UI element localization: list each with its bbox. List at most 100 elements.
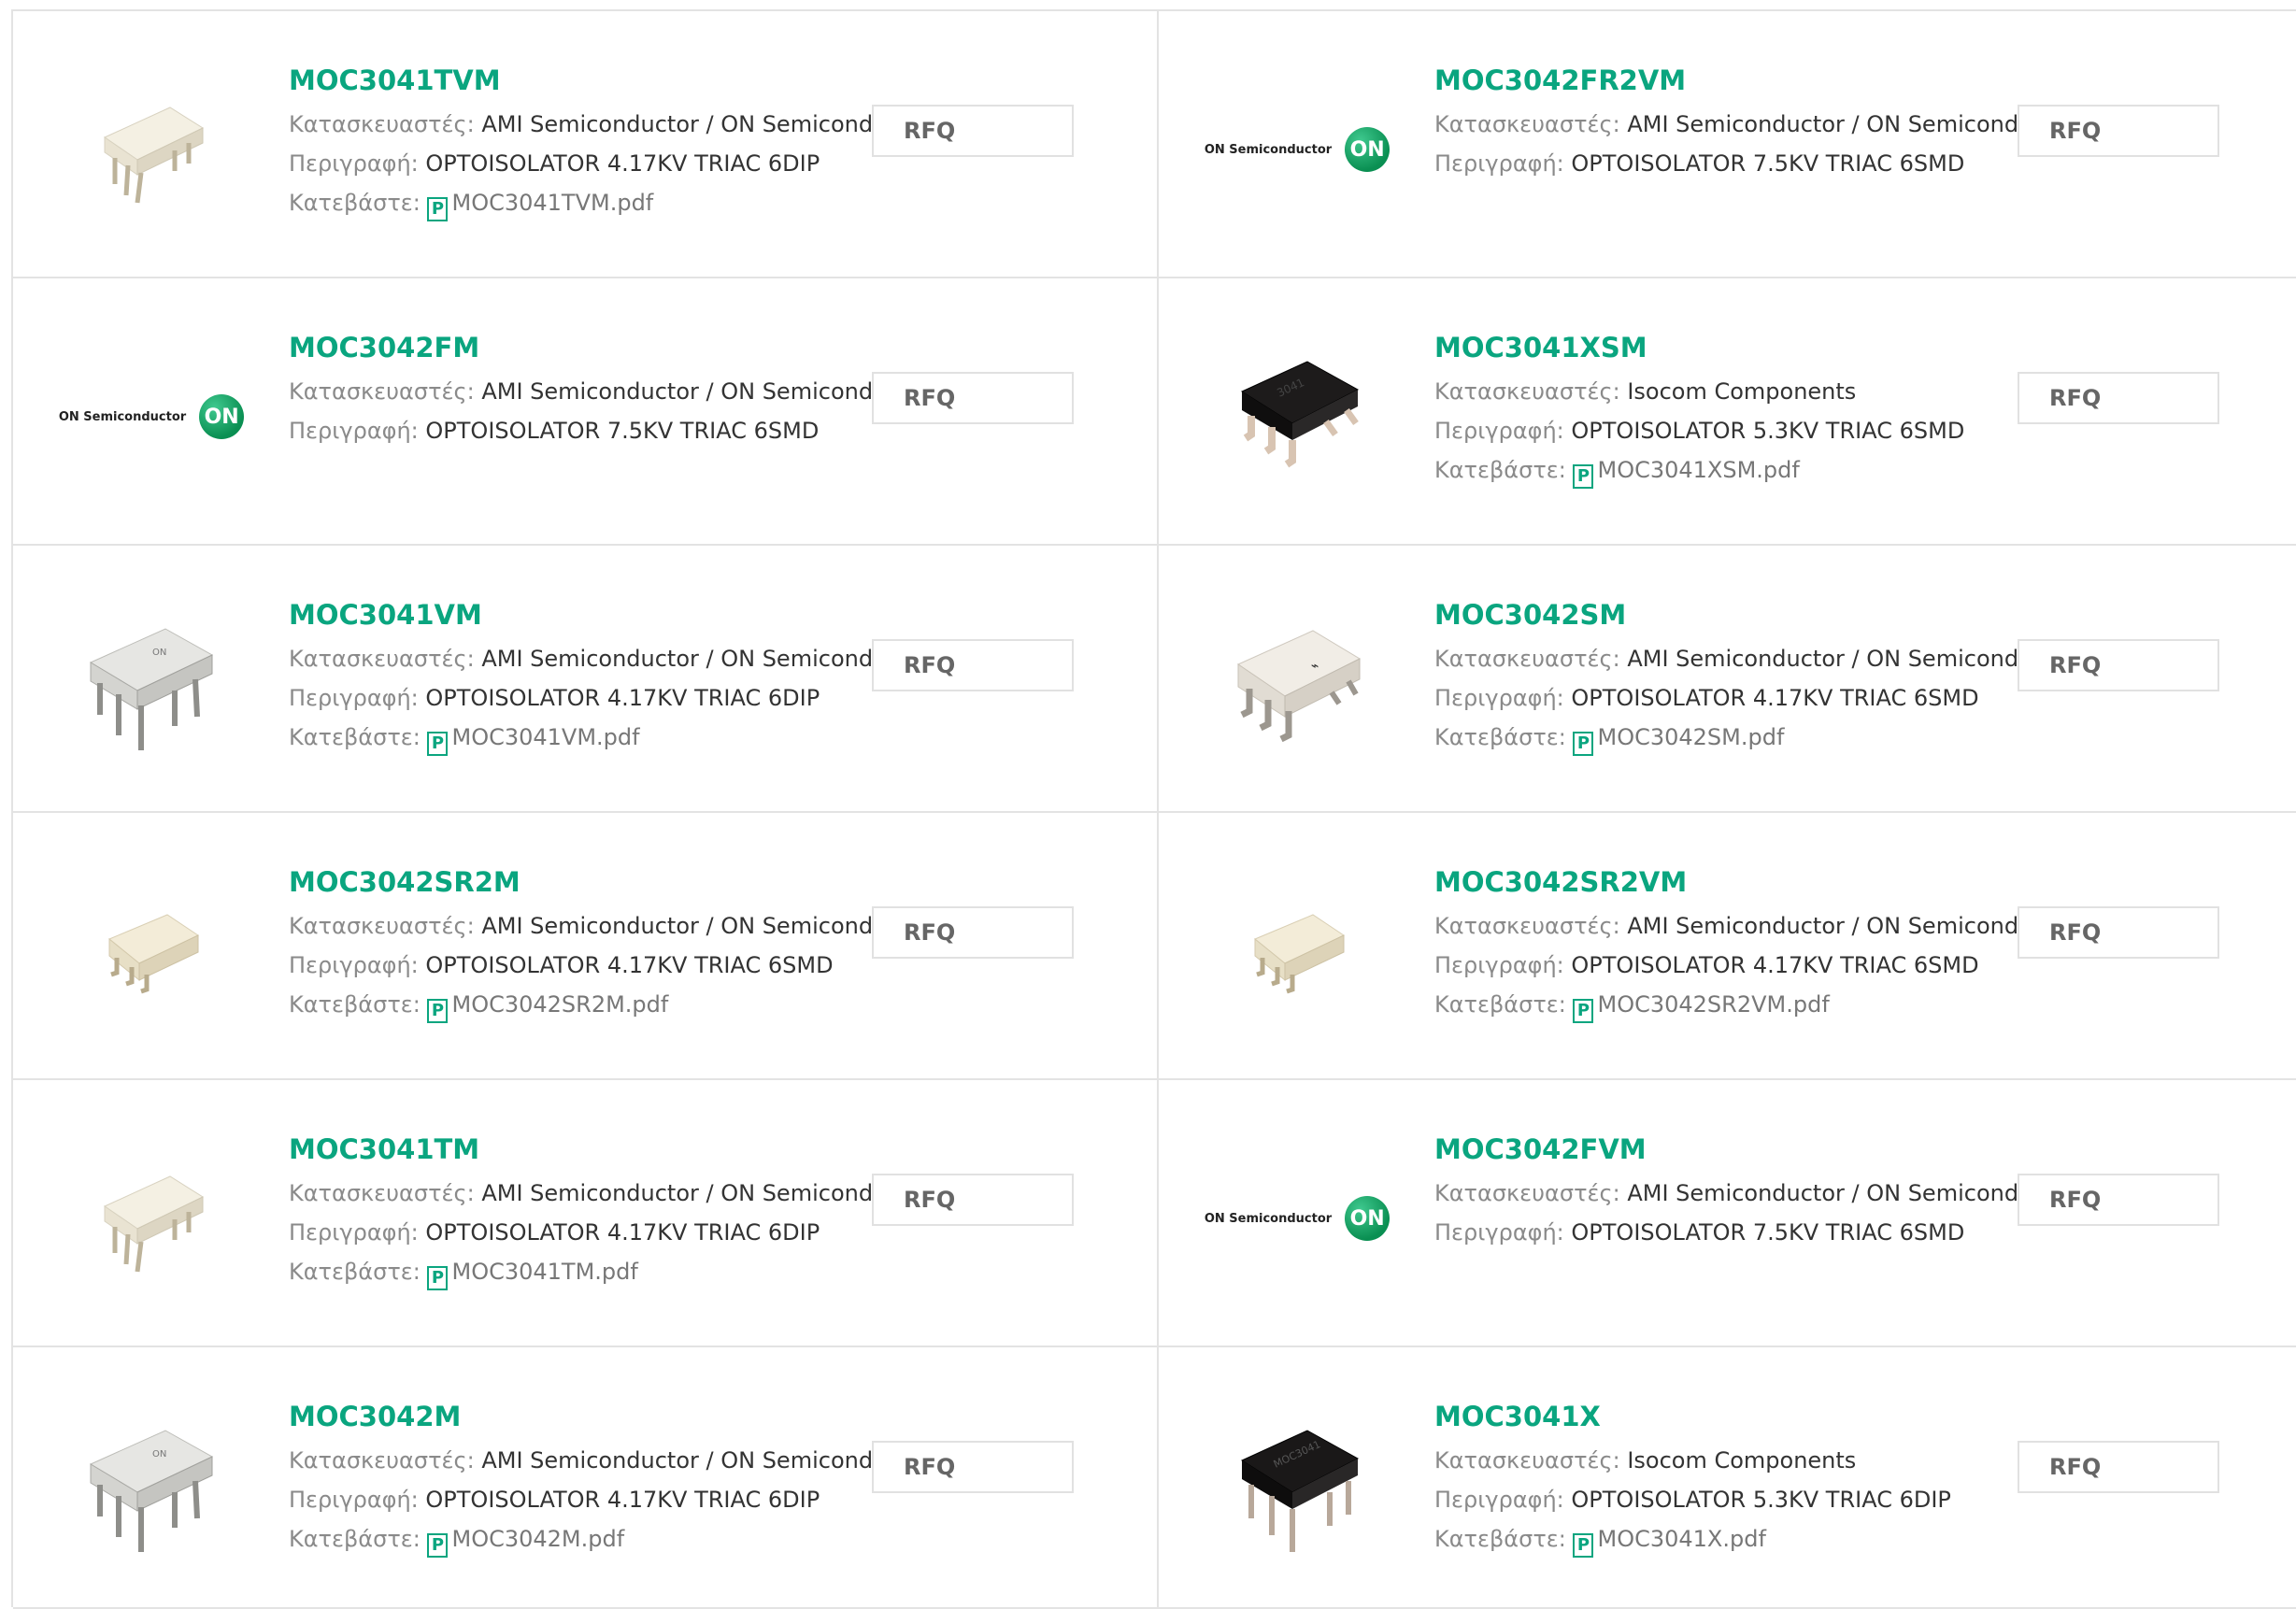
white-dip-icon[interactable] [58, 1125, 245, 1312]
download-label: Κατεβάστε: [289, 991, 421, 1018]
part-number-link[interactable]: MOC3042SM [1434, 596, 2032, 634]
rfq-button[interactable]: RFQ [872, 1441, 1074, 1493]
rfq-button[interactable]: RFQ [2018, 372, 2219, 424]
description-row: Περιγραφή: OPTOISOLATOR 4.17KV TRIAC 6DI… [289, 144, 887, 183]
logo-circle-icon: ON [199, 394, 245, 439]
description-value: OPTOISOLATOR 4.17KV TRIAC 6SMD [1571, 685, 1979, 711]
manufacturer-row: Κατασκευαστές: AMI Semiconductor / ON Se… [1434, 906, 2076, 946]
manufacturer-row: Κατασκευαστές: AMI Semiconductor / ON Se… [1434, 105, 2076, 144]
manufacturer-row: Κατασκευαστές: AMI Semiconductor / ON Se… [289, 1174, 931, 1213]
manufacturer-value: AMI Semiconductor / ON Semiconductor [1627, 646, 2077, 672]
logo-brand-text: ON Semiconductor [1204, 1211, 1333, 1226]
logo-brand-text: ON Semiconductor [58, 409, 187, 424]
white-smd-icon[interactable]: ⌁ [1204, 591, 1390, 777]
cream-smd-icon[interactable] [58, 858, 245, 1045]
rfq-button[interactable]: RFQ [872, 372, 1074, 424]
pdf-download-link[interactable]: P MOC3042SM.pdf [1573, 724, 1784, 756]
description-value: OPTOISOLATOR 4.17KV TRIAC 6SMD [1571, 952, 1979, 978]
manufacturer-value: AMI Semiconductor / ON Semiconductor [481, 111, 932, 137]
product-info: MOC3042FVM Κατασκευαστές: AMI Semiconduc… [1434, 1131, 2076, 1252]
manufacturer-label: Κατασκευαστές: [289, 1447, 475, 1474]
part-number-link[interactable]: MOC3042SR2M [289, 863, 887, 901]
black-smd-icon[interactable]: 3041 [1204, 323, 1390, 510]
rfq-button[interactable]: RFQ [872, 1174, 1074, 1226]
part-number-link[interactable]: MOC3042M [289, 1398, 887, 1435]
pdf-download-link[interactable]: P MOC3041XSM.pdf [1573, 457, 1800, 489]
pdf-icon: P [1573, 999, 1594, 1023]
product-card-moc3042fm: ON Semiconductor ON MOC3042FM Κατασκευαστ… [13, 278, 1159, 546]
manufacturer-value: AMI Semiconductor / ON Semiconductor [481, 646, 932, 672]
part-number-link[interactable]: MOC3041XSM [1434, 329, 2032, 366]
part-number-link[interactable]: MOC3042FM [289, 329, 887, 366]
rfq-button[interactable]: RFQ [2018, 105, 2219, 157]
white-dip-icon[interactable] [58, 56, 245, 243]
on-semiconductor-logo[interactable]: ON Semiconductor ON [1204, 56, 1390, 243]
pdf-filename: MOC3041XSM.pdf [1597, 457, 1800, 483]
pdf-download-link[interactable]: P MOC3042SR2VM.pdf [1573, 991, 1830, 1023]
rfq-button[interactable]: RFQ [2018, 1441, 2219, 1493]
description-value: OPTOISOLATOR 4.17KV TRIAC 6DIP [425, 150, 820, 177]
pdf-icon: P [427, 1533, 449, 1558]
manufacturer-value: AMI Semiconductor / ON Semiconductor [481, 1447, 932, 1474]
pdf-icon: P [427, 197, 449, 221]
logo-circle-icon: ON [1345, 127, 1390, 172]
download-row: Κατεβάστε: P MOC3042SR2VM.pdf [1434, 985, 2032, 1024]
description-label: Περιγραφή: [1434, 1219, 1564, 1246]
description-label: Περιγραφή: [289, 1219, 419, 1246]
pdf-download-link[interactable]: P MOC3041TVM.pdf [427, 190, 653, 221]
manufacturer-value: AMI Semiconductor / ON Semiconductor [1627, 913, 2077, 939]
download-label: Κατεβάστε: [1434, 1526, 1566, 1552]
rfq-button[interactable]: RFQ [872, 906, 1074, 959]
product-card-moc3042sr2m: MOC3042SR2M Κατασκευαστές: AMI Semicondu… [13, 813, 1159, 1080]
rfq-button[interactable]: RFQ [872, 105, 1074, 157]
product-card-moc3041xsm: 3041 MOC3041XSM Κατασκευαστές: Isocom Co… [1159, 278, 2296, 546]
product-info: MOC3042FR2VM Κατασκευαστές: AMI Semicond… [1434, 62, 2076, 183]
pdf-download-link[interactable]: P MOC3042SR2M.pdf [427, 991, 668, 1023]
pdf-download-link[interactable]: P MOC3042M.pdf [427, 1526, 624, 1558]
part-number-link[interactable]: MOC3041TM [289, 1131, 887, 1168]
cream-smd-icon[interactable] [1204, 858, 1390, 1045]
black-dip-icon[interactable]: MOC3041 [1204, 1392, 1390, 1579]
on-semi-logo: ON Semiconductor ON [58, 394, 245, 439]
description-value: OPTOISOLATOR 4.17KV TRIAC 6DIP [425, 1219, 820, 1246]
manufacturer-row: Κατασκευαστές: AMI Semiconductor / ON Se… [1434, 639, 2076, 678]
download-label: Κατεβάστε: [289, 1259, 421, 1285]
gray-dip-icon[interactable]: ON [58, 1392, 245, 1579]
part-number-link[interactable]: MOC3042FR2VM [1434, 62, 2032, 99]
description-label: Περιγραφή: [289, 418, 419, 444]
product-info: MOC3042SR2M Κατασκευαστές: AMI Semicondu… [289, 863, 931, 1024]
description-value: OPTOISOLATOR 4.17KV TRIAC 6DIP [425, 685, 820, 711]
part-number-link[interactable]: MOC3041TVM [289, 62, 887, 99]
pdf-icon: P [427, 1266, 449, 1290]
description-row: Περιγραφή: OPTOISOLATOR 5.3KV TRIAC 6SMD [1434, 411, 2032, 450]
rfq-button[interactable]: RFQ [2018, 906, 2219, 959]
product-card-moc3042fr2vm: ON Semiconductor ON MOC3042FR2VM Κατασκευ… [1159, 11, 2296, 278]
pdf-download-link[interactable]: P MOC3041X.pdf [1573, 1526, 1766, 1558]
rfq-button[interactable]: RFQ [872, 639, 1074, 691]
pdf-filename: MOC3041VM.pdf [451, 724, 640, 750]
part-number-link[interactable]: MOC3042SR2VM [1434, 863, 2032, 901]
gray-dip-icon[interactable]: ON [58, 591, 245, 777]
rfq-button[interactable]: RFQ [2018, 639, 2219, 691]
description-row: Περιγραφή: OPTOISOLATOR 4.17KV TRIAC 6SM… [289, 946, 887, 985]
rfq-button[interactable]: RFQ [2018, 1174, 2219, 1226]
manufacturer-row: Κατασκευαστές: Isocom Components [1434, 1441, 2032, 1480]
on-semiconductor-logo[interactable]: ON Semiconductor ON [58, 323, 245, 510]
description-label: Περιγραφή: [1434, 685, 1564, 711]
download-label: Κατεβάστε: [289, 1526, 421, 1552]
manufacturer-row: Κατασκευαστές: AMI Semiconductor / ON Se… [289, 372, 931, 411]
description-label: Περιγραφή: [289, 685, 419, 711]
manufacturer-value: Isocom Components [1627, 378, 1857, 405]
pdf-download-link[interactable]: P MOC3041VM.pdf [427, 724, 640, 756]
pdf-download-link[interactable]: P MOC3041TM.pdf [427, 1259, 638, 1290]
description-row: Περιγραφή: OPTOISOLATOR 7.5KV TRIAC 6SMD [1434, 144, 2032, 183]
part-number-link[interactable]: MOC3041VM [289, 596, 887, 634]
description-label: Περιγραφή: [1434, 418, 1564, 444]
download-row: Κατεβάστε: P MOC3041XSM.pdf [1434, 450, 2032, 490]
part-number-link[interactable]: MOC3042FVM [1434, 1131, 2032, 1168]
download-label: Κατεβάστε: [1434, 991, 1566, 1018]
description-label: Περιγραφή: [289, 150, 419, 177]
on-semiconductor-logo[interactable]: ON Semiconductor ON [1204, 1125, 1390, 1312]
description-row: Περιγραφή: OPTOISOLATOR 4.17KV TRIAC 6SM… [1434, 678, 2032, 718]
part-number-link[interactable]: MOC3041X [1434, 1398, 2032, 1435]
